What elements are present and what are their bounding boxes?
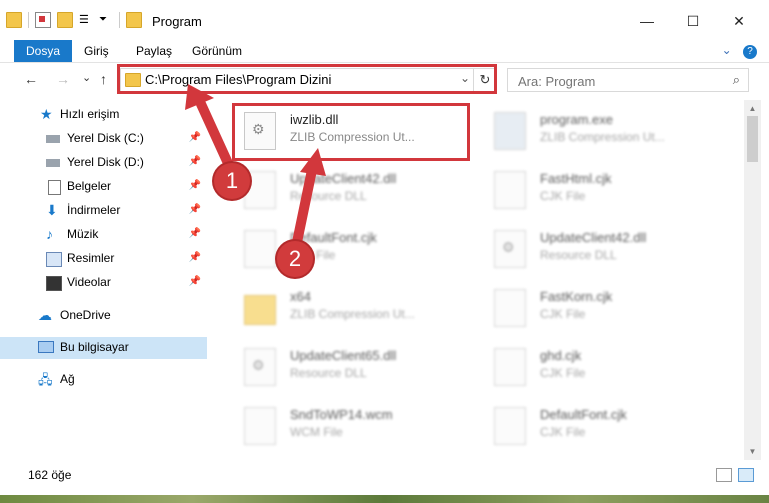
annotation-arrow-1	[196, 99, 237, 177]
callout-1-badge: 1	[214, 163, 250, 199]
callout-2-badge: 2	[277, 241, 313, 277]
annotation-arrows	[185, 84, 326, 252]
annotation-arrow-2	[291, 165, 317, 252]
annotation-arrowhead-2	[300, 148, 326, 176]
